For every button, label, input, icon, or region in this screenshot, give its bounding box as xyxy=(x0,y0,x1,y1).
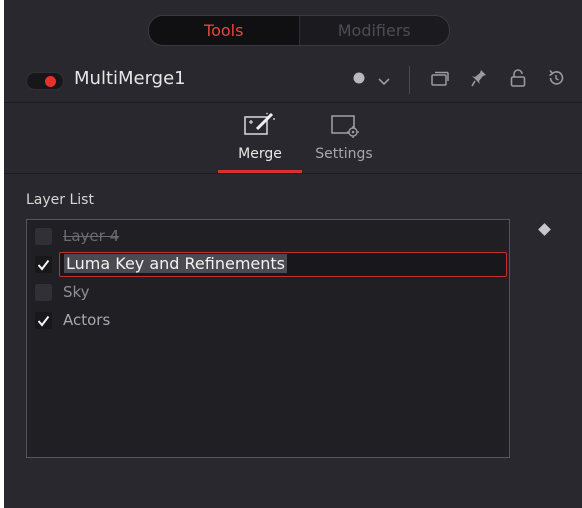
layer-name[interactable]: Luma Key and Refinements xyxy=(64,254,288,273)
layer-checkbox[interactable] xyxy=(35,284,52,301)
tab-settings-label: Settings xyxy=(315,146,373,162)
list-item[interactable]: Luma Key and Refinements xyxy=(27,251,509,279)
tabs-divider xyxy=(4,173,582,174)
inspector-mode-switch: Tools Modifiers xyxy=(148,15,450,46)
layer-list-label: Layer List xyxy=(26,192,94,208)
tab-merge[interactable]: Merge xyxy=(230,112,290,162)
node-title: MultiMerge1 xyxy=(74,68,186,89)
layer-list[interactable]: Layer 4 Luma Key and Refinements Sky Act… xyxy=(26,219,510,458)
tab-merge-label: Merge xyxy=(238,146,282,162)
color-dot-icon[interactable] xyxy=(352,70,366,89)
keyframe-icon[interactable] xyxy=(538,223,551,236)
inspector-panel: Tools Modifiers MultiMerge1 Merge Settin… xyxy=(4,0,582,508)
layer-name: Actors xyxy=(63,311,111,329)
checkmark-icon xyxy=(37,315,50,327)
layer-checkbox[interactable] xyxy=(35,312,52,329)
list-item[interactable]: Layer 4 xyxy=(27,223,509,251)
layer-checkbox[interactable] xyxy=(35,228,52,245)
node-header: MultiMerge1 xyxy=(4,58,582,102)
chevron-down-icon[interactable] xyxy=(378,72,390,91)
node-enable-toggle[interactable] xyxy=(26,72,64,90)
header-divider xyxy=(4,102,582,103)
reset-icon[interactable] xyxy=(547,69,565,91)
pin-icon[interactable] xyxy=(471,69,487,91)
settings-icon xyxy=(327,112,361,140)
version-icon[interactable] xyxy=(431,71,449,91)
merge-icon xyxy=(243,112,277,140)
layer-checkbox[interactable] xyxy=(35,256,52,273)
header-separator xyxy=(409,66,410,94)
tab-settings[interactable]: Settings xyxy=(311,112,377,162)
checkmark-icon xyxy=(37,259,50,271)
layer-name: Sky xyxy=(63,283,90,301)
list-item[interactable]: Actors xyxy=(27,307,509,335)
toggle-indicator xyxy=(45,76,56,87)
tab-modifiers[interactable]: Modifiers xyxy=(298,16,450,45)
lock-icon[interactable] xyxy=(510,69,526,91)
tab-tools[interactable]: Tools xyxy=(149,16,299,45)
layer-name: Layer 4 xyxy=(63,227,120,245)
list-item[interactable]: Sky xyxy=(27,279,509,307)
